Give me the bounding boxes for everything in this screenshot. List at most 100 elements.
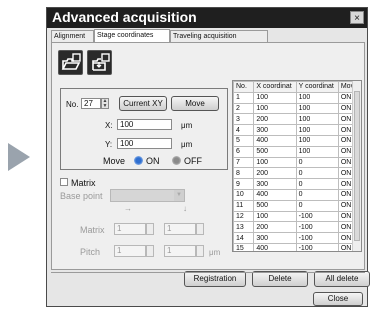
table-cell: 12 bbox=[233, 210, 255, 223]
vertical-arrow-icon: ↓ bbox=[183, 204, 187, 213]
no-input[interactable]: 27 bbox=[81, 98, 101, 109]
registration-button[interactable]: Registration bbox=[184, 271, 246, 287]
move-off-radio[interactable] bbox=[172, 156, 181, 165]
delete-button[interactable]: Delete bbox=[252, 271, 308, 287]
y-label: Y: bbox=[105, 140, 113, 149]
column-header-no[interactable]: No. bbox=[233, 81, 255, 93]
table-row[interactable]: 2 100 100 ON bbox=[233, 102, 361, 115]
table-cell: 8 bbox=[233, 167, 255, 180]
table-cell: 3 bbox=[233, 113, 255, 126]
all-delete-button[interactable]: All delete bbox=[314, 271, 370, 287]
x-label: X: bbox=[105, 121, 113, 130]
move-button[interactable]: Move bbox=[171, 96, 219, 111]
pitch-unit: μm bbox=[209, 248, 221, 257]
table-row[interactable]: 14 300 -100 ON bbox=[233, 232, 361, 244]
pitch-y-input[interactable]: 1 bbox=[164, 245, 196, 257]
coordinates-table: No. X coordinat Y coordinat Move 1 100 100… bbox=[232, 80, 362, 252]
table-cell: 0 bbox=[295, 199, 339, 212]
table-cell: 11 bbox=[233, 199, 255, 212]
pitch-x-input[interactable]: 1 bbox=[114, 245, 146, 257]
table-cell: 100 bbox=[295, 145, 339, 158]
matrix-x-input[interactable]: 1 bbox=[114, 223, 146, 235]
open-file-button[interactable] bbox=[58, 50, 83, 75]
table-cell: 100 bbox=[295, 91, 339, 104]
y-input[interactable]: 100 bbox=[117, 138, 172, 149]
matrix-y-spinner[interactable] bbox=[196, 223, 204, 235]
matrix-checkbox[interactable] bbox=[60, 178, 68, 186]
pitch-y-spinner[interactable] bbox=[196, 245, 204, 257]
move-radio-label: Move bbox=[103, 156, 126, 166]
table-row[interactable]: 8 200 0 ON bbox=[233, 167, 361, 180]
table-cell: -100 bbox=[295, 210, 339, 223]
table-row[interactable]: 13 200 -100 ON bbox=[233, 221, 361, 234]
table-cell: 0 bbox=[295, 178, 339, 190]
move-off-label: OFF bbox=[184, 156, 202, 166]
table-cell: 200 bbox=[253, 113, 297, 126]
table-cell: -100 bbox=[295, 221, 339, 234]
close-button[interactable]: Close bbox=[313, 292, 363, 306]
table-cell: 300 bbox=[253, 178, 297, 190]
table-row[interactable]: 15 400 -100 ON bbox=[233, 242, 361, 251]
table-cell: 0 bbox=[295, 156, 339, 169]
table-cell: 14 bbox=[233, 232, 255, 244]
table-row[interactable]: 7 100 0 ON bbox=[233, 156, 361, 169]
table-cell: 400 bbox=[253, 242, 297, 251]
table-cell: 7 bbox=[233, 156, 255, 169]
table-cell: 100 bbox=[295, 102, 339, 115]
scrollbar-thumb[interactable] bbox=[354, 91, 360, 241]
window-title: Advanced acquisition bbox=[52, 9, 197, 25]
matrix-y-input[interactable]: 1 bbox=[164, 223, 196, 235]
table-cell: 400 bbox=[253, 134, 297, 147]
table-cell: 5 bbox=[233, 134, 255, 147]
table-row[interactable]: 1 100 100 ON bbox=[233, 91, 361, 104]
save-file-button[interactable] bbox=[87, 50, 112, 75]
table-cell: 100 bbox=[253, 156, 297, 169]
table-row[interactable]: 12 100 -100 ON bbox=[233, 210, 361, 223]
table-row[interactable]: 10 400 0 ON bbox=[233, 188, 361, 201]
table-row[interactable]: 9 300 0 ON bbox=[233, 178, 361, 190]
table-row[interactable]: 4 300 100 ON bbox=[233, 124, 361, 136]
base-point-dropdown[interactable]: ▼ bbox=[110, 189, 185, 202]
tab-stage-coordinates[interactable]: Stage coordinates bbox=[94, 29, 170, 42]
table-cell: 500 bbox=[253, 145, 297, 158]
table-cell: 200 bbox=[253, 167, 297, 180]
table-cell: -100 bbox=[295, 232, 339, 244]
table-cell: 0 bbox=[295, 167, 339, 180]
table-cell: -100 bbox=[295, 242, 339, 251]
folder-open-icon bbox=[61, 53, 81, 70]
table-cell: 200 bbox=[253, 221, 297, 234]
table-cell: 15 bbox=[233, 242, 255, 251]
table-cell: 300 bbox=[253, 124, 297, 136]
close-window-button[interactable]: × bbox=[350, 11, 364, 24]
table-cell: 4 bbox=[233, 124, 255, 136]
table-row[interactable]: 3 200 100 ON bbox=[233, 113, 361, 126]
table-cell: 1 bbox=[233, 91, 255, 104]
table-cell: 100 bbox=[295, 113, 339, 126]
table-cell: 9 bbox=[233, 178, 255, 190]
table-row[interactable]: 11 500 0 ON bbox=[233, 199, 361, 212]
column-header-x[interactable]: X coordinat bbox=[253, 81, 297, 93]
table-row[interactable]: 5 400 100 ON bbox=[233, 134, 361, 147]
table-cell: 2 bbox=[233, 102, 255, 115]
table-scrollbar[interactable] bbox=[352, 81, 361, 251]
table-cell: 100 bbox=[295, 134, 339, 147]
base-point-label: Base point bbox=[60, 191, 103, 201]
move-on-radio[interactable] bbox=[134, 156, 143, 165]
table-row[interactable]: 6 500 100 ON bbox=[233, 145, 361, 158]
table-cell: 100 bbox=[253, 210, 297, 223]
tab-alignment[interactable]: Alignment bbox=[51, 30, 94, 42]
table-cell: 500 bbox=[253, 199, 297, 212]
tab-traveling-acquisition[interactable]: Traveling acquisition bbox=[170, 30, 268, 42]
no-spinner[interactable]: ▲ ▼ bbox=[101, 98, 109, 109]
table-cell: 10 bbox=[233, 188, 255, 201]
x-input[interactable]: 100 bbox=[117, 119, 172, 130]
pitch-label: Pitch bbox=[80, 247, 101, 257]
pitch-x-spinner[interactable] bbox=[146, 245, 154, 257]
table-cell: 400 bbox=[253, 188, 297, 201]
column-header-y[interactable]: Y coordinat bbox=[295, 81, 339, 93]
x-unit: μm bbox=[181, 121, 193, 130]
title-bar: Advanced acquisition × bbox=[47, 8, 367, 28]
matrix-x-spinner[interactable] bbox=[146, 223, 154, 235]
current-xy-button[interactable]: Current XY bbox=[119, 96, 167, 111]
matrix-checkbox-label: Matrix bbox=[71, 178, 96, 188]
